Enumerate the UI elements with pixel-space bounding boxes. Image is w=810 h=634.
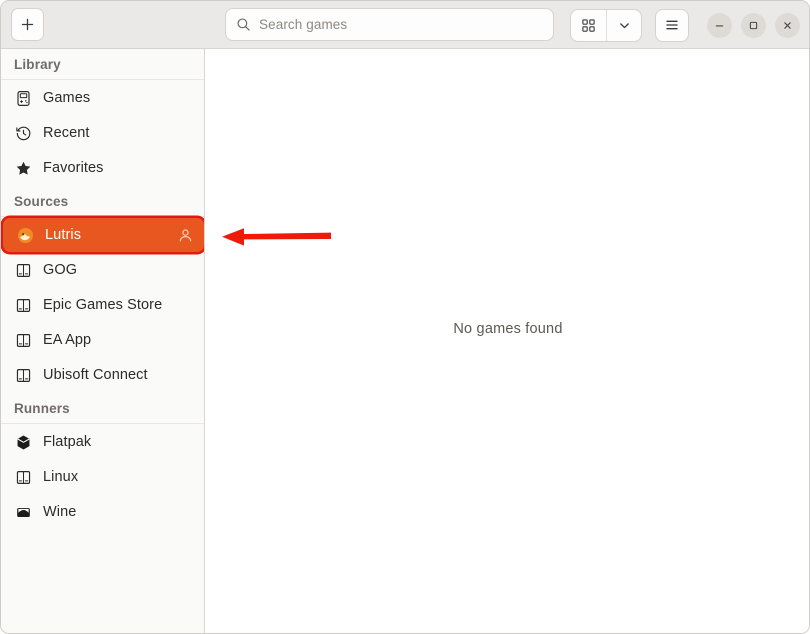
sidebar-item-ubisoft-connect[interactable]: Ubisoft Connect bbox=[1, 358, 204, 392]
grid-view-icon bbox=[582, 18, 595, 32]
header-bar: Search games bbox=[1, 1, 809, 49]
sidebar-item-label: Recent bbox=[43, 125, 90, 141]
store-icon bbox=[14, 261, 33, 280]
header-left-area bbox=[1, 1, 205, 49]
sidebar-item-wine[interactable]: Wine bbox=[1, 495, 204, 529]
star-icon bbox=[14, 159, 33, 178]
sidebar-item-label: Epic Games Store bbox=[43, 297, 163, 313]
maximize-button[interactable] bbox=[741, 12, 766, 38]
sidebar-item-label: Lutris bbox=[45, 227, 82, 243]
section-divider bbox=[1, 216, 204, 217]
sidebar-item-games[interactable]: Games bbox=[1, 81, 204, 115]
minimize-icon bbox=[715, 24, 724, 27]
chevron-down-icon bbox=[619, 22, 629, 28]
sidebar-item-recent[interactable]: Recent bbox=[1, 116, 204, 150]
plus-icon bbox=[21, 18, 34, 31]
sidebar-section-sources-header: Sources bbox=[14, 193, 69, 209]
section-divider bbox=[1, 423, 204, 424]
sidebar-item-favorites[interactable]: Favorites bbox=[1, 151, 204, 185]
view-options-dropdown-button[interactable] bbox=[606, 9, 641, 41]
sidebar-item-epic-games-store[interactable]: Epic Games Store bbox=[1, 288, 204, 322]
sidebar-item-label: Favorites bbox=[43, 160, 104, 176]
lutris-icon bbox=[16, 226, 35, 245]
store-icon bbox=[14, 366, 33, 385]
history-clock-icon bbox=[14, 124, 33, 143]
sidebar-section-runners-header: Runners bbox=[14, 400, 70, 416]
sidebar-item-label: Flatpak bbox=[43, 434, 92, 450]
sidebar-section-library-header: Library bbox=[14, 56, 61, 72]
sidebar-item-label: EA App bbox=[43, 332, 92, 348]
grid-view-button[interactable] bbox=[571, 10, 606, 41]
minimize-button[interactable] bbox=[707, 12, 732, 38]
store-icon bbox=[14, 331, 33, 350]
sidebar-item-label: Ubisoft Connect bbox=[43, 367, 148, 383]
search-input[interactable]: Search games bbox=[225, 8, 554, 41]
person-icon[interactable] bbox=[177, 227, 194, 244]
search-placeholder-text: Search games bbox=[259, 17, 348, 32]
sidebar: Library Games Recent Favorites Sources L… bbox=[1, 49, 205, 633]
sidebar-item-label: GOG bbox=[43, 262, 78, 278]
app-window: Search games Library Games Recent Favori… bbox=[0, 0, 810, 634]
sidebar-item-label: Games bbox=[43, 90, 91, 106]
gamepad-icon bbox=[14, 89, 33, 108]
search-icon bbox=[237, 18, 250, 31]
sidebar-item-label: Linux bbox=[43, 469, 79, 485]
view-controls-group bbox=[570, 8, 642, 42]
store-icon bbox=[14, 468, 33, 487]
sidebar-item-ea-app[interactable]: EA App bbox=[1, 323, 204, 357]
wine-icon bbox=[14, 503, 33, 522]
close-icon bbox=[784, 21, 791, 29]
sidebar-item-label: Wine bbox=[43, 504, 77, 520]
games-content-area: No games found bbox=[206, 49, 809, 633]
section-divider bbox=[1, 79, 204, 80]
sidebar-item-flatpak[interactable]: Flatpak bbox=[1, 425, 204, 459]
add-game-button[interactable] bbox=[11, 8, 44, 41]
hamburger-menu-icon bbox=[666, 20, 678, 30]
maximize-icon bbox=[749, 21, 758, 29]
main-menu-button[interactable] bbox=[655, 8, 689, 42]
sidebar-item-lutris[interactable]: Lutris bbox=[3, 218, 204, 252]
window-controls bbox=[707, 12, 800, 38]
box-icon bbox=[14, 433, 33, 452]
empty-state-message: No games found bbox=[453, 321, 563, 337]
sidebar-item-linux[interactable]: Linux bbox=[1, 460, 204, 494]
store-icon bbox=[14, 296, 33, 315]
sidebar-item-gog[interactable]: GOG bbox=[1, 253, 204, 287]
header-right-area bbox=[570, 1, 809, 49]
close-button[interactable] bbox=[775, 12, 800, 38]
